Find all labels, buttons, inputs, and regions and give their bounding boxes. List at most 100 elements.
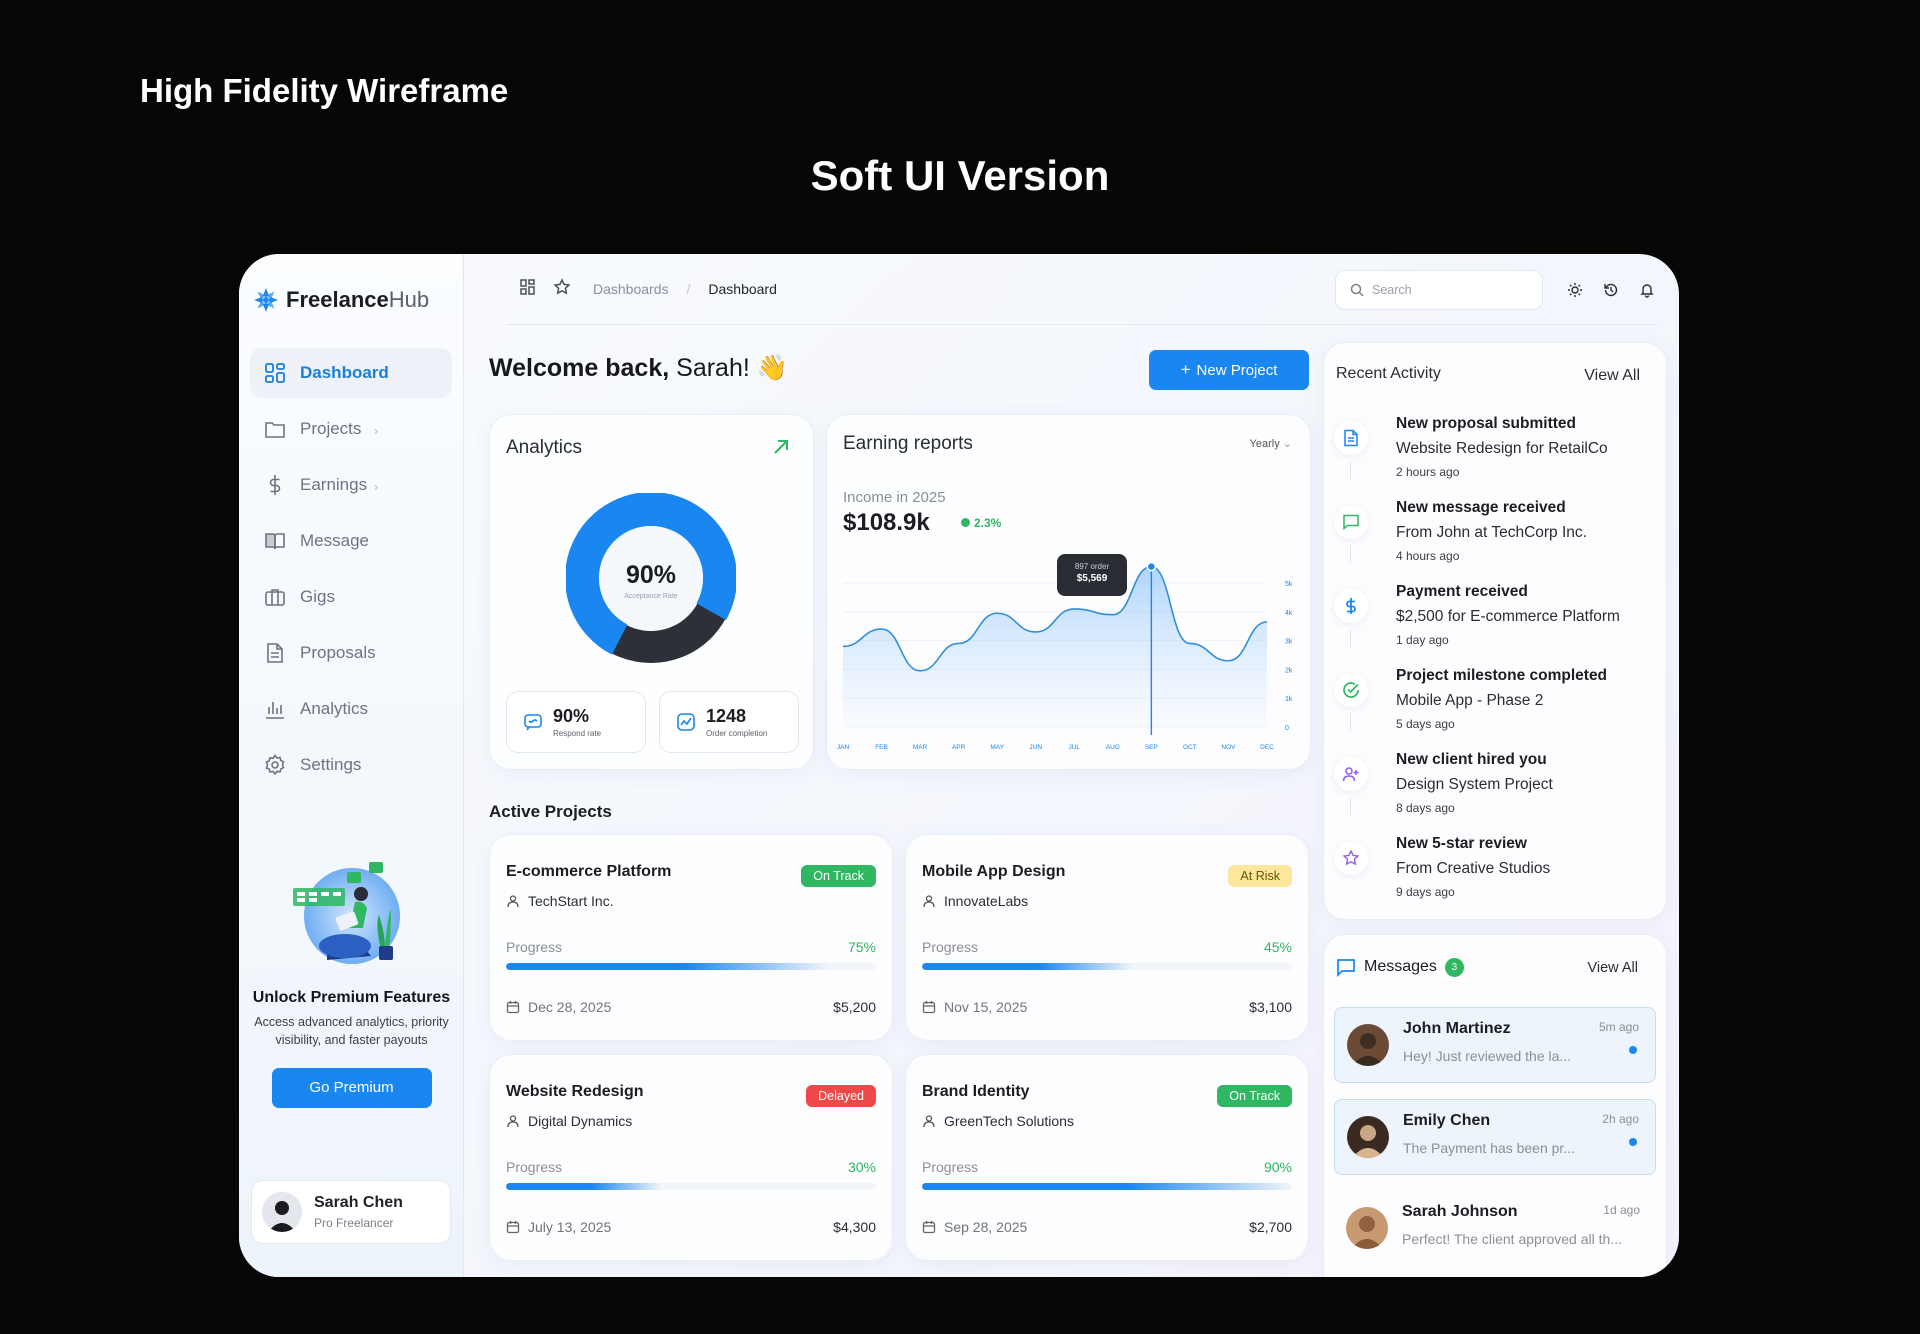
user-profile-card[interactable]: Sarah Chen Pro Freelancer (251, 1180, 451, 1244)
activity-title: Project milestone completed (1396, 667, 1608, 684)
breadcrumb: Dashboards / Dashboard (593, 281, 777, 297)
calendar-icon (922, 1001, 936, 1014)
progress-label: Progress (922, 1159, 979, 1175)
progress-bar (506, 963, 876, 970)
activity-description: Design System Project (1396, 776, 1553, 793)
activity-item[interactable]: New message received From John at TechCo… (1334, 499, 1664, 583)
message-icon (1337, 959, 1355, 977)
welcome-user: Sarah! 👋 (676, 354, 788, 382)
activity-time: 5 days ago (1396, 717, 1455, 731)
grid-icon[interactable] (519, 278, 537, 296)
calendar-icon (506, 1221, 520, 1234)
sidebar-item-label: Proposals (300, 643, 376, 662)
project-due-date: Dec 28, 2025 (506, 999, 611, 1015)
chevron-right-icon: › (374, 424, 378, 438)
message-item[interactable]: John Martinez Hey! Just reviewed the la.… (1334, 1007, 1656, 1083)
y-tick-label: 0 (1285, 725, 1289, 732)
sidebar-item-analytics[interactable]: Analytics (250, 684, 452, 734)
due-date: Sep 28, 2025 (944, 1219, 1028, 1235)
go-premium-button[interactable]: Go Premium (271, 1068, 432, 1108)
activity-title: New proposal submitted (1396, 415, 1576, 432)
project-name: Mobile App Design (922, 863, 1066, 880)
history-icon[interactable] (1603, 282, 1619, 298)
activity-item[interactable]: New proposal submitted Website Redesign … (1334, 415, 1664, 499)
promo-description: Access advanced analytics, priority visi… (254, 1015, 449, 1047)
topbar-right-icons (1567, 282, 1655, 298)
search-input[interactable]: Search (1335, 270, 1543, 310)
premium-promo: Unlock Premium Features Access advanced … (239, 854, 464, 1108)
progress-fill (506, 1183, 662, 1190)
order-completion-value: 1248 (706, 706, 747, 726)
activity-item[interactable]: New 5-star review From Creative Studios … (1334, 835, 1664, 919)
status-badge: On Track (801, 865, 876, 887)
x-tick-label: JUN (1029, 744, 1042, 751)
new-project-button[interactable]: + New Project (1149, 350, 1309, 390)
project-client: TechStart Inc. (506, 893, 614, 909)
project-due-date: Sep 28, 2025 (922, 1219, 1027, 1235)
progress-label: Progress (922, 939, 979, 955)
activity-item[interactable]: Project milestone completed Mobile App -… (1334, 667, 1664, 751)
project-due-date: Nov 15, 2025 (922, 999, 1027, 1015)
sun-icon[interactable] (1567, 282, 1583, 298)
sidebar-item-projects[interactable]: Projects › (250, 404, 452, 454)
messages-header: Messages 3 (1336, 957, 1464, 977)
progress-fill (506, 963, 828, 970)
brand-logo[interactable]: Freelance Hub (253, 287, 429, 313)
project-card[interactable]: E-commerce Platform On Track TechStart I… (489, 834, 893, 1041)
sidebar-item-dashboard[interactable]: Dashboard (250, 348, 452, 398)
analytics-title: Analytics (506, 437, 583, 458)
project-card[interactable]: Brand Identity On Track GreenTech Soluti… (905, 1054, 1309, 1261)
page-subtitle: Soft UI Version (810, 152, 1110, 199)
project-client: InnovateLabs (922, 893, 1028, 909)
sidebar-item-label: Settings (300, 755, 362, 774)
x-tick-label: JUL (1068, 744, 1080, 751)
user-icon (923, 1115, 935, 1128)
activity-title: New 5-star review (1396, 835, 1527, 852)
activity-item[interactable]: Payment received $2,500 for E-commerce P… (1334, 583, 1664, 667)
sidebar-item-gigs[interactable]: Gigs (250, 572, 452, 622)
chat-icon (1334, 505, 1368, 539)
project-card[interactable]: Website Redesign Delayed Digital Dynamic… (489, 1054, 893, 1261)
messages-title: Messages (1364, 958, 1437, 975)
topbar-divider (507, 324, 1657, 325)
timeline-connector (1350, 461, 1351, 479)
chevron-right-icon: › (374, 480, 378, 494)
trend-up-icon[interactable] (771, 437, 791, 457)
app-window: Freelance Hub Dashboard Projects › Earnin… (239, 254, 1679, 1277)
message-item[interactable]: Emily Chen The Payment has been pr... 2h… (1334, 1099, 1656, 1175)
respond-rate-label: Respond rate (553, 729, 602, 738)
activity-item[interactable]: New client hired you Design System Proje… (1334, 751, 1664, 835)
freelancer-illustration (292, 862, 400, 964)
activity-description: Website Redesign for RetailCo (1396, 440, 1608, 457)
project-amount: $2,700 (1249, 1219, 1292, 1235)
timeline-connector (1350, 629, 1351, 647)
book-icon (265, 533, 285, 550)
new-project-label: New Project (1196, 361, 1278, 379)
project-card[interactable]: Mobile App Design At Risk InnovateLabs P… (905, 834, 1309, 1041)
bell-icon[interactable] (1639, 282, 1655, 298)
status-badge: Delayed (806, 1085, 876, 1107)
sidebar-item-settings[interactable]: Settings (250, 740, 452, 790)
sidebar-item-proposals[interactable]: Proposals (250, 628, 452, 678)
view-all-messages-link[interactable]: View All (1587, 960, 1638, 976)
view-all-activity-link[interactable]: View All (1584, 367, 1640, 385)
sidebar-item-label: Earnings (300, 475, 368, 494)
search-placeholder: Search (1372, 283, 1412, 297)
sidebar-item-earnings[interactable]: Earnings › (250, 460, 452, 510)
progress-value: 30% (847, 1159, 876, 1175)
chart-tooltip: 897 order $5,569 (1057, 554, 1127, 596)
sidebar-item-message[interactable]: Message (250, 516, 452, 566)
star-icon[interactable] (553, 278, 571, 296)
x-tick-label: JAN (837, 744, 850, 751)
analytics-card: Analytics 90% Acceptance Rate 90% Respond… (489, 414, 814, 770)
sidebar-item-label: Projects (300, 419, 362, 438)
calendar-icon (922, 1221, 936, 1234)
message-item[interactable]: Sarah Johnson Perfect! The client approv… (1334, 1191, 1656, 1267)
tooltip-value: $5,569 (1076, 573, 1108, 584)
page-title: High Fidelity Wireframe (140, 72, 509, 109)
y-tick-label: 2k (1285, 667, 1293, 674)
logo-icon (254, 288, 278, 312)
activity-title: New message received (1396, 499, 1566, 516)
breadcrumb-parent[interactable]: Dashboards (593, 281, 669, 297)
chat-icon (524, 714, 542, 731)
